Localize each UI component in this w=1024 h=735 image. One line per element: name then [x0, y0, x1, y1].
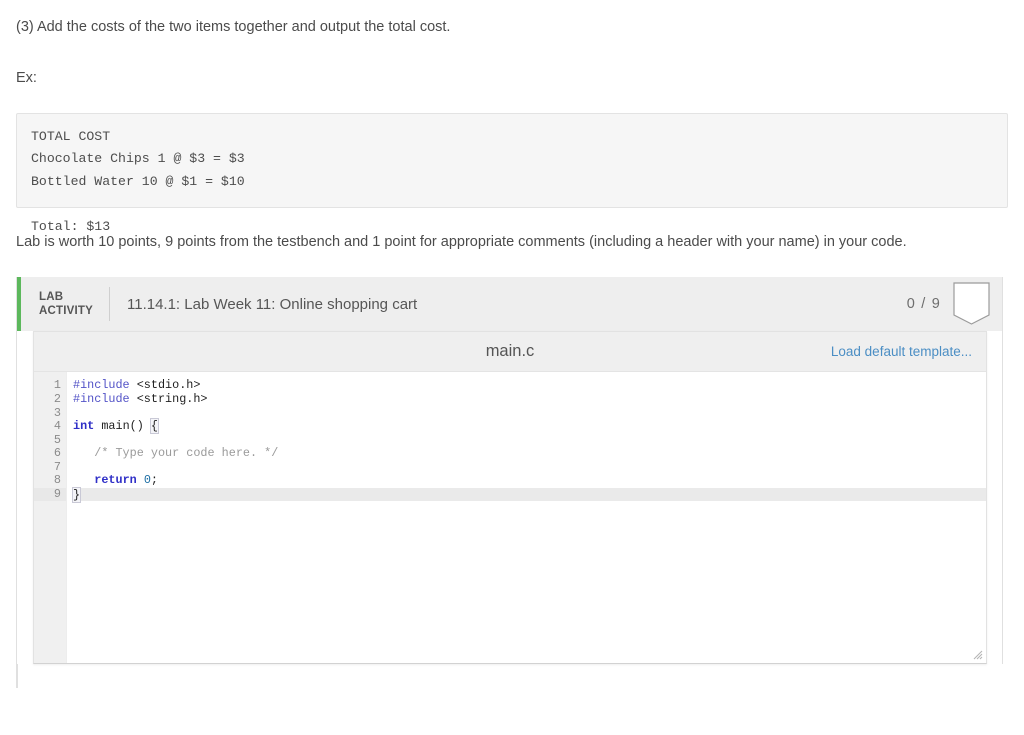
instruction-step-3: (3) Add the costs of the two items toget… — [16, 19, 451, 35]
code-line: } — [71, 486, 986, 503]
lab-activity-title: 11.14.1: Lab Week 11: Online shopping ca… — [127, 295, 418, 313]
code-editor[interactable]: main.c Load default template... 12345678… — [33, 331, 987, 665]
line-number: 5 — [53, 432, 61, 447]
editor-toolbar: main.c Load default template... — [34, 332, 986, 373]
line-number: 1 — [53, 378, 61, 393]
code-token: { — [149, 418, 159, 435]
text-cursor — [80, 487, 82, 499]
code-token: #include — [73, 391, 137, 406]
code-line: #include <stdio.h> — [73, 379, 986, 393]
example-output-block: TOTAL COST Chocolate Chips 1 @ $3 = $3 B… — [16, 112, 1008, 234]
line-number: 2 — [53, 391, 61, 406]
line-number: 6 — [53, 446, 61, 461]
code-token: int — [73, 419, 95, 434]
score-text: 0 / 9 — [906, 296, 941, 313]
code-token: #include — [73, 378, 137, 393]
code-token: /* Type your code here. */ — [73, 446, 279, 461]
code-token: } — [71, 486, 82, 503]
line-number: 8 — [53, 473, 61, 488]
lab-badge-line2: ACTIVITY — [39, 305, 93, 318]
code-line: return 0; — [73, 473, 986, 488]
code-token: ; — [150, 473, 159, 488]
load-default-template-link[interactable]: Load default template... — [831, 344, 986, 359]
lab-score-area: 0 / 9 — [907, 282, 1002, 326]
line-number-gutter: 123456789 — [34, 372, 67, 664]
code-line: #include <string.h> — [73, 391, 986, 407]
lab-badge-line1: LAB — [39, 291, 64, 304]
lab-activity-header: LAB ACTIVITY 11.14.1: Lab Week 11: Onlin… — [17, 277, 1002, 332]
code-line: int main() { — [73, 418, 986, 435]
grading-note: Lab is worth 10 points, 9 points from th… — [16, 233, 907, 250]
lab-activity-card: LAB ACTIVITY 11.14.1: Lab Week 11: Onlin… — [16, 277, 1004, 689]
line-number: 3 — [53, 405, 61, 420]
lab-page: (3) Add the costs of the two items toget… — [0, 0, 1024, 735]
line-number: 9 — [34, 487, 66, 502]
code-token: <string.h> — [136, 391, 208, 406]
example-label: Ex: — [16, 70, 37, 87]
lab-activity-badge: LAB ACTIVITY — [21, 290, 109, 319]
editor-container: main.c Load default template... 12345678… — [17, 331, 1002, 665]
code-token: return — [94, 473, 137, 488]
score-ribbon-icon — [953, 282, 990, 326]
lab-card-bottom-spacer — [17, 664, 1004, 689]
code-text[interactable]: #include <stdio.h> #include <string.h> in… — [67, 372, 986, 663]
code-token: 0 — [143, 473, 151, 488]
code-line: /* Type your code here. */ — [73, 446, 986, 461]
resize-handle[interactable] — [971, 648, 983, 660]
line-number: 7 — [53, 459, 61, 474]
code-token: <stdio.h> — [136, 378, 201, 393]
line-number: 4 — [53, 419, 61, 434]
code-token: main() — [94, 419, 151, 434]
code-area[interactable]: 123456789 #include <stdio.h> #include <st… — [34, 372, 986, 664]
